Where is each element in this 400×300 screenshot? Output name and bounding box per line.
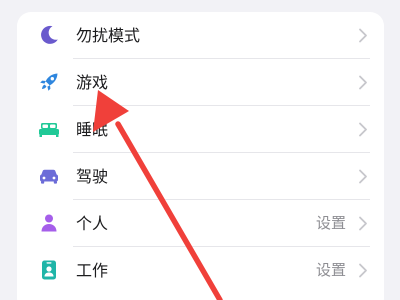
list-item-label: 游戏 — [76, 73, 109, 92]
chevron-right-icon — [358, 169, 368, 184]
list-item-label: 工作 — [76, 261, 109, 280]
list-item-personal[interactable]: 个人 设置 — [17, 200, 384, 247]
rocket-icon — [37, 70, 61, 94]
list-item-label: 个人 — [76, 214, 109, 233]
chevron-right-icon — [358, 28, 368, 43]
chevron-right-icon — [358, 75, 368, 90]
list-item-driving[interactable]: 驾驶 — [17, 153, 384, 200]
chevron-right-icon — [358, 216, 368, 231]
person-icon — [37, 211, 61, 235]
chevron-right-icon — [358, 122, 368, 137]
bed-icon — [37, 117, 61, 141]
work-badge-icon — [37, 258, 61, 282]
list-item-value: 设置 — [315, 214, 346, 232]
list-item-value: 设置 — [315, 261, 346, 279]
list-item-label: 勿扰模式 — [76, 26, 141, 45]
car-icon — [37, 164, 61, 188]
list-item-sleep[interactable]: 睡眠 — [17, 106, 384, 153]
list-item-gaming[interactable]: 游戏 — [17, 59, 384, 106]
moon-icon — [37, 23, 61, 47]
chevron-right-icon — [358, 263, 368, 278]
list-item-label: 睡眠 — [76, 120, 109, 139]
list-item-work[interactable]: 工作 设置 — [17, 247, 384, 294]
list-item-label: 驾驶 — [76, 167, 109, 186]
screen: 勿扰模式 游戏 睡眠 驾驶 个人 设置 工作 设置 — [0, 0, 400, 300]
focus-modes-list: 勿扰模式 游戏 睡眠 驾驶 个人 设置 工作 设置 — [17, 12, 384, 300]
list-item-do-not-disturb[interactable]: 勿扰模式 — [17, 12, 384, 59]
